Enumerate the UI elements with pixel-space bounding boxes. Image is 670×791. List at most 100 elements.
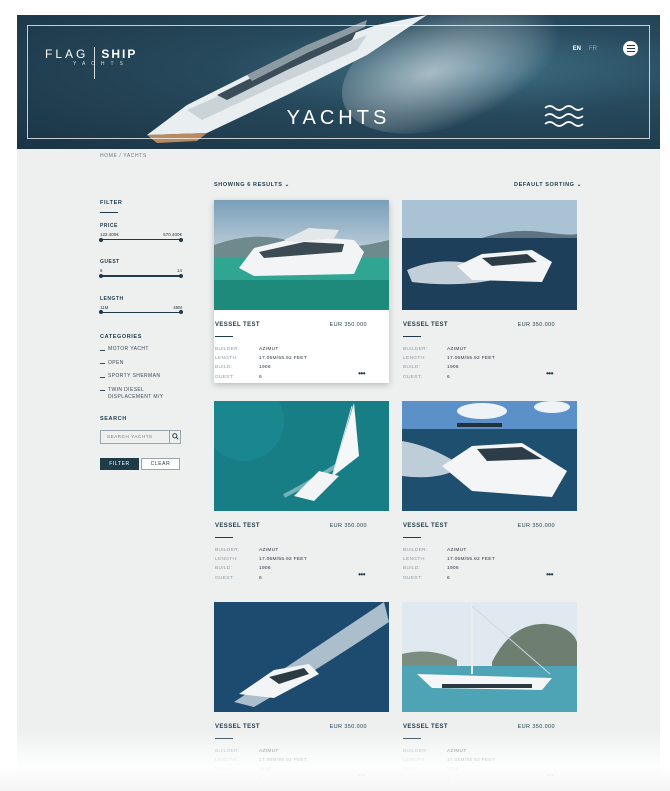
waves-icon bbox=[544, 105, 584, 127]
yacht-price: EUR 350.000 bbox=[517, 523, 555, 529]
yacht-card[interactable]: VESSEL TEST EUR 350.000 BUILDER: AZIMUT L… bbox=[402, 200, 577, 383]
spec-build: 1906 bbox=[259, 566, 271, 572]
length-label: LENGTH bbox=[100, 295, 124, 302]
yacht-card[interactable]: VESSEL TEST EUR 350.000 BUILDER: AZIMUT L… bbox=[214, 200, 389, 383]
search-icon[interactable] bbox=[169, 430, 180, 443]
breadcrumb[interactable]: HOME / YACHTS bbox=[100, 153, 147, 159]
search-input[interactable] bbox=[101, 434, 169, 440]
page: FLAG SHIP YACHTS EN FR YACHTS HOME / YAC… bbox=[17, 15, 660, 791]
spec-label: BUILDER: bbox=[403, 347, 428, 352]
spec-guest: 6 bbox=[259, 374, 262, 380]
spec-guest: 6 bbox=[447, 575, 450, 581]
site-logo[interactable]: FLAG SHIP YACHTS bbox=[45, 47, 137, 79]
yacht-photo[interactable] bbox=[214, 602, 389, 712]
spec-length: 17.05M/55.92 FEET bbox=[447, 356, 496, 362]
spec-label: GUEST: bbox=[403, 374, 423, 380]
price-slider[interactable] bbox=[99, 237, 183, 242]
price-slider-handle-max[interactable] bbox=[179, 237, 183, 242]
lang-fr[interactable]: FR bbox=[589, 46, 597, 52]
spec-builder: AZIMUT bbox=[447, 347, 467, 352]
spec-length: 17.05M/55.92 FEET bbox=[259, 356, 308, 362]
length-slider-handle-max[interactable] bbox=[179, 310, 183, 315]
chevron-down-icon: ⌄ bbox=[284, 182, 290, 188]
divider bbox=[215, 537, 233, 538]
spec-label: BUILD: bbox=[403, 365, 421, 371]
spec-build: 1906 bbox=[259, 365, 271, 371]
length-slider-handle-min[interactable] bbox=[99, 310, 103, 315]
category-list: MOTOR YACHT OPEN SPORTY SHERMAN TWIN DIE… bbox=[100, 346, 182, 402]
hero-banner: FLAG SHIP YACHTS EN FR YACHTS bbox=[17, 15, 660, 149]
yacht-price: EUR 350.000 bbox=[329, 523, 367, 529]
length-min: 11M bbox=[100, 304, 109, 310]
results-count-label: SHOWING 6 RESULTS bbox=[214, 182, 283, 188]
yacht-photo[interactable] bbox=[214, 200, 389, 310]
logo-text-right: SHIP bbox=[101, 47, 138, 61]
divider bbox=[403, 336, 421, 337]
spec-label: LENGTH: bbox=[403, 356, 426, 362]
category-label: MOTOR YACHT bbox=[108, 346, 149, 353]
filter-heading: FILTER bbox=[100, 200, 123, 206]
yacht-title[interactable]: VESSEL TEST bbox=[403, 523, 448, 529]
category-item[interactable]: OPEN bbox=[100, 360, 182, 368]
logo-text-left: FLAG bbox=[45, 47, 89, 61]
bottom-fade-overlay bbox=[0, 730, 670, 791]
yacht-title[interactable]: VESSEL TEST bbox=[215, 523, 260, 529]
results-count-dropdown[interactable]: SHOWING 6 RESULTS ⌄ bbox=[214, 182, 290, 188]
category-label: TWIN DIESEL DISPLACEMENT M/Y bbox=[108, 386, 164, 401]
clear-button[interactable]: CLEAR bbox=[141, 457, 180, 470]
category-label: OPEN bbox=[108, 359, 124, 366]
spec-label: GUEST: bbox=[215, 575, 235, 581]
guest-min: 6 bbox=[100, 268, 103, 274]
guest-slider[interactable] bbox=[99, 273, 183, 278]
yacht-card[interactable]: VESSEL TEST EUR 350.000 BUILDER: AZIMUT L… bbox=[214, 401, 389, 584]
price-label: PRICE bbox=[100, 223, 118, 229]
length-filter: LENGTH 11M 45M bbox=[99, 295, 183, 315]
length-slider[interactable] bbox=[99, 310, 183, 315]
more-options-icon[interactable]: ••• bbox=[546, 369, 553, 378]
divider bbox=[100, 212, 118, 213]
more-options-icon[interactable]: ••• bbox=[358, 570, 365, 579]
category-item[interactable]: TWIN DIESEL DISPLACEMENT M/Y bbox=[100, 387, 182, 402]
search-heading: SEARCH bbox=[100, 415, 127, 422]
yacht-specs: BUILDER:AZIMUT LENGTH:17.05M/55.92 FEET … bbox=[403, 546, 495, 583]
chevron-down-icon: ⌄ bbox=[576, 182, 582, 188]
category-item[interactable]: SPORTY SHERMAN bbox=[100, 373, 182, 381]
sorting-dropdown[interactable]: DEFAULT SORTING ⌄ bbox=[514, 182, 582, 188]
guest-label: GUEST bbox=[100, 259, 120, 266]
category-label: SPORTY SHERMAN bbox=[108, 373, 161, 380]
yacht-card[interactable]: VESSEL TEST EUR 350.000 BUILDER: AZIMUT L… bbox=[402, 401, 577, 584]
guest-slider-handle-max[interactable] bbox=[179, 273, 183, 278]
spec-build: 1906 bbox=[447, 566, 459, 572]
spec-builder: AZIMUT bbox=[259, 347, 279, 352]
spec-label: BUILD: bbox=[403, 566, 421, 572]
price-min: 122.400€ bbox=[100, 232, 119, 237]
hamburger-icon[interactable] bbox=[623, 41, 638, 56]
more-options-icon[interactable]: ••• bbox=[546, 570, 553, 579]
language-switcher: EN FR bbox=[573, 46, 597, 52]
spec-label: GUEST: bbox=[403, 575, 423, 581]
spec-label: BUILDER: bbox=[215, 347, 240, 352]
spec-label: BUILDER: bbox=[215, 548, 240, 553]
yacht-photo[interactable] bbox=[402, 602, 577, 712]
yacht-photo[interactable] bbox=[402, 200, 577, 310]
logo-subtitle: YACHTS bbox=[73, 61, 129, 67]
yacht-title[interactable]: VESSEL TEST bbox=[215, 322, 260, 328]
price-max: 570.400€ bbox=[163, 232, 182, 237]
spec-guest: 6 bbox=[259, 575, 262, 581]
lang-en[interactable]: EN bbox=[573, 46, 581, 52]
spec-label: LENGTH: bbox=[403, 557, 426, 563]
yacht-specs: BUILDER:AZIMUT LENGTH:17.05M/55.92 FEET … bbox=[215, 546, 307, 583]
more-options-icon[interactable]: ••• bbox=[358, 369, 365, 378]
spec-length: 17.05M/55.92 FEET bbox=[447, 557, 496, 563]
guest-slider-handle-min[interactable] bbox=[99, 273, 103, 278]
spec-label: BUILDER: bbox=[403, 548, 428, 553]
spec-label: LENGTH: bbox=[215, 356, 238, 362]
price-slider-handle-min[interactable] bbox=[99, 237, 103, 242]
yacht-title[interactable]: VESSEL TEST bbox=[403, 322, 448, 328]
yacht-photo[interactable] bbox=[402, 401, 577, 511]
sorting-label: DEFAULT SORTING bbox=[514, 182, 575, 188]
category-item[interactable]: MOTOR YACHT bbox=[100, 346, 182, 354]
yacht-photo[interactable] bbox=[214, 401, 389, 511]
spec-builder: AZIMUT bbox=[447, 548, 467, 553]
filter-button[interactable]: FILTER bbox=[100, 457, 139, 470]
